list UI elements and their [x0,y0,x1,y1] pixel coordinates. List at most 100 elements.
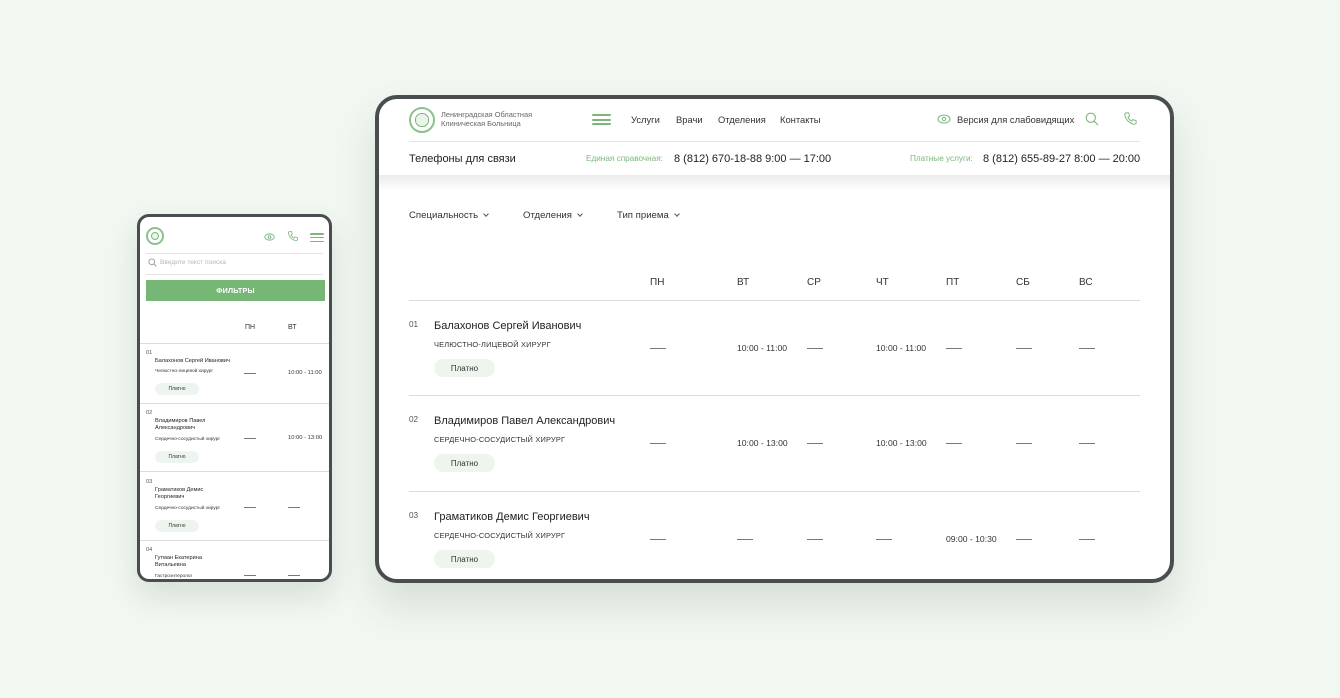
filter-departments[interactable]: Отделения [523,210,583,221]
doctor-specialty: Челюстно-лицевой хирург [155,369,214,374]
filter-appointment-type[interactable]: Тип приема [617,210,680,221]
doctor-name[interactable]: Балахонов Сергей Иванович [434,320,581,332]
day-header-tue: ВТ [737,277,750,288]
doctor-name[interactable]: Граматиков Демис Георгиевич [155,487,217,501]
info-phone-number[interactable]: 8 (812) 670-18-88 9:00 — 17:00 [674,153,831,165]
filter-specialty[interactable]: Специальность [409,210,489,221]
nav-services[interactable]: Услуги [631,114,660,125]
divider [140,540,329,541]
paid-badge: Платно [155,520,199,532]
no-schedule-dash [244,507,256,508]
search-icon[interactable] [1085,112,1099,126]
chevron-down-icon [673,211,680,217]
no-schedule-dash [876,539,892,540]
phone-icon[interactable] [287,230,299,242]
logo-line-2: Клиническая Больница [441,118,521,128]
no-schedule-dash [1016,539,1032,540]
doctor-name[interactable]: Владимиров Павел Александрович [155,418,217,432]
doctor-specialty: Гастроэнтеролог [155,574,193,579]
divider [146,274,323,275]
schedule-time[interactable]: 10:00 - 11:00 [288,370,322,376]
schedule-time[interactable]: 10:00 - 11:00 [876,343,926,353]
day-header-sun: ВС [1079,277,1093,288]
divider [409,300,1140,301]
day-header-tue: ВТ [288,324,297,331]
filter-label: Отделения [523,210,572,221]
filter-label: Специальность [409,210,479,221]
burger-menu-icon[interactable] [592,114,611,125]
schedule-time[interactable]: 10:00 - 13:00 [288,435,322,441]
no-schedule-dash [244,438,256,439]
no-schedule-dash [288,575,300,576]
phone-icon[interactable] [1123,111,1138,126]
doctor-name[interactable]: Балахонов Сергей Иванович [155,358,243,365]
no-schedule-dash [946,348,962,349]
row-number: 03 [409,511,419,520]
no-schedule-dash [807,443,823,444]
header-shadow [379,175,1170,191]
no-schedule-dash [244,575,256,576]
no-schedule-dash [946,443,962,444]
chevron-down-icon [483,211,489,217]
no-schedule-dash [807,539,823,540]
doctor-name[interactable]: Граматиков Демис Георгиевич [434,511,590,523]
filters-button[interactable]: ФИЛЬТРЫ [146,280,325,301]
no-schedule-dash [807,348,823,349]
no-schedule-dash [244,373,256,374]
no-schedule-dash [650,348,666,349]
row-number: 03 [146,479,153,485]
no-schedule-dash [288,507,300,508]
phones-title: Телефоны для связи [409,153,516,165]
search-input[interactable] [160,257,310,268]
doctor-specialty: СЕРДЕЧНО-СОСУДИСТЫЙ ХИРУРГ [434,531,566,540]
doctor-specialty: Сердечно-сосудистый хирург [155,437,221,442]
day-header-wed: СР [807,277,821,288]
paid-badge: Платно [434,359,495,377]
no-schedule-dash [650,443,666,444]
eye-icon[interactable] [937,114,951,124]
row-number: 04 [146,547,153,553]
divider [409,141,1140,142]
paid-phone-label: Платные услуги: [910,154,973,163]
logo-icon[interactable] [146,227,164,245]
logo-icon[interactable] [409,107,435,133]
paid-badge: Платно [155,383,199,395]
schedule-time[interactable]: 10:00 - 11:00 [737,343,787,353]
divider [409,491,1140,492]
eye-icon[interactable] [264,233,275,241]
mobile-device: ФИЛЬТРЫ ПН ВТ 01 Балахонов Сергей Иванов… [137,214,332,582]
divider [146,253,323,254]
doctor-name[interactable]: Владимиров Павел Александрович [434,415,615,427]
doctor-name[interactable]: Гутман Екатерина Витальевна [155,555,217,569]
doctor-specialty: СЕРДЕЧНО-СОСУДИСТЫЙ ХИРУРГ [434,435,566,444]
no-schedule-dash [650,539,666,540]
no-schedule-dash [1079,443,1095,444]
divider [140,343,329,344]
schedule-time[interactable]: 10:00 - 13:00 [737,438,788,448]
day-header-fri: ПТ [946,277,960,288]
paid-badge: Платно [155,451,199,463]
no-schedule-dash [1079,539,1095,540]
nav-doctors[interactable]: Врачи [676,114,703,125]
row-number: 01 [409,320,419,329]
paid-badge: Платно [434,550,495,568]
filter-label: Тип приема [617,210,669,221]
doctor-specialty: Сердечно-сосудистый хирург [155,506,221,511]
accessibility-version-link[interactable]: Версия для слабовидящих [957,114,1074,125]
nav-departments[interactable]: Отделения [718,114,766,125]
day-header-thu: ЧТ [876,277,889,288]
divider [140,403,329,404]
row-number: 02 [409,415,419,424]
schedule-time[interactable]: 10:00 - 13:00 [876,438,927,448]
schedule-time[interactable]: 09:00 - 10:30 [946,534,997,544]
no-schedule-dash [1016,443,1032,444]
no-schedule-dash [1016,348,1032,349]
logo-text[interactable]: Ленинградская Областная Клиническая Боль… [441,110,532,128]
paid-phone-number[interactable]: 8 (812) 655-89-27 8:00 — 20:00 [983,153,1140,165]
no-schedule-dash [737,539,753,540]
row-number: 02 [146,410,153,416]
row-number: 01 [146,350,153,356]
burger-menu-icon[interactable] [310,233,324,242]
no-schedule-dash [1079,348,1095,349]
nav-contacts[interactable]: Контакты [780,114,821,125]
